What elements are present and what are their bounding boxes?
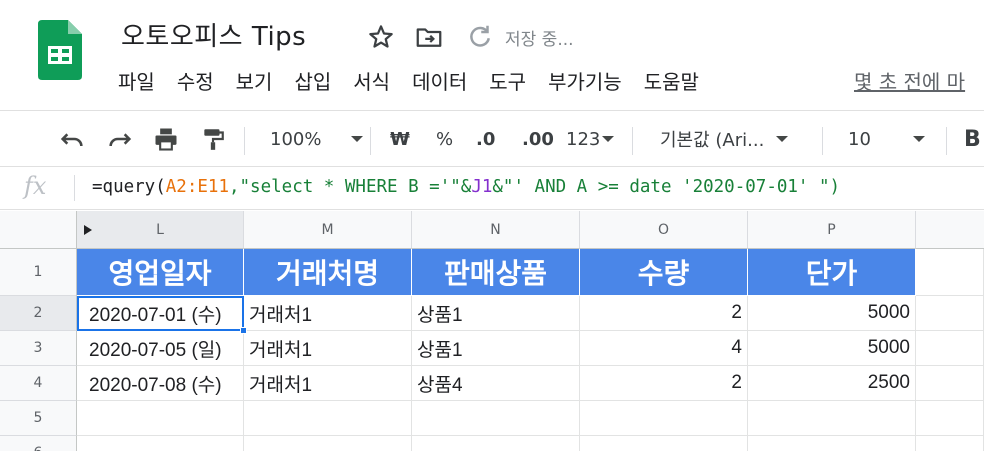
row-header-5[interactable]: 5 [0,401,77,436]
menu-data[interactable]: 데이터 [412,67,467,97]
table-cell[interactable] [916,249,984,296]
font-size-select[interactable]: 10 [848,125,925,153]
table-cell[interactable] [916,401,984,436]
last-edit-link[interactable]: 몇 초 전에 마 [854,67,965,97]
redo-icon[interactable] [106,125,134,153]
table-cell[interactable] [916,331,984,366]
star-icon[interactable] [366,22,396,52]
table-cell[interactable]: 2 [580,366,748,401]
table-cell[interactable] [916,366,984,401]
sheets-logo[interactable] [38,20,82,80]
menu-edit[interactable]: 수정 [177,67,214,97]
row-header-4[interactable]: 4 [0,366,77,401]
menu-file[interactable]: 파일 [118,67,155,97]
decrease-decimal-button[interactable]: .0 [476,125,495,153]
zoom-select[interactable]: 100% [270,125,364,153]
header-cell-product[interactable]: 판매상품 [412,249,580,296]
row-header-1[interactable]: 1 [0,249,77,296]
column-header-o[interactable]: O [580,211,748,249]
table-cell[interactable]: 2020-07-08 (수) [77,366,244,401]
percent-format-button[interactable]: % [436,125,453,153]
menu-help[interactable]: 도움말 [644,67,699,97]
menu-format[interactable]: 서식 [353,67,390,97]
move-to-folder-icon[interactable] [414,22,444,52]
formula-divider [74,175,75,201]
header-cell-quantity[interactable]: 수량 [580,249,748,296]
row-header-3[interactable]: 3 [0,331,77,366]
font-family-select[interactable]: 기본값 (Ari... [660,125,789,153]
table-cell[interactable] [748,401,916,436]
currency-format-button[interactable]: ₩ [390,125,410,153]
selected-cell-l2[interactable]: 2020-07-01 (수) [77,296,244,331]
column-header-q[interactable] [916,211,984,249]
toolbar-divider [946,127,947,155]
header-cell-date[interactable]: 영업일자 [77,249,244,296]
menu-insert[interactable]: 삽입 [294,67,331,97]
table-cell[interactable]: 거래처1 [244,331,412,366]
table-cell[interactable] [580,401,748,436]
row-header-6[interactable]: 6 [0,436,77,451]
chevron-down-icon [602,136,615,142]
zoom-value: 100% [270,128,322,150]
toolbar-divider [370,127,371,155]
syncing-icon [470,25,490,47]
header-cell-client[interactable]: 거래처명 [244,249,412,296]
formula-input[interactable]: =query(A2:E11,"select * WHERE B ='"&J1&"… [92,177,840,197]
undo-icon[interactable] [58,125,86,153]
header-cell-unit-price[interactable]: 단가 [748,249,916,296]
chevron-down-icon [351,136,364,142]
menu-view[interactable]: 보기 [236,67,273,97]
table-cell[interactable] [77,401,244,436]
save-status: 저장 중... [505,30,574,50]
table-cell[interactable]: 2 [580,296,748,331]
table-cell[interactable]: 상품1 [412,331,580,366]
table-cell[interactable]: 2020-07-05 (일) [77,331,244,366]
table-cell[interactable] [916,436,984,451]
bold-button[interactable]: B [964,125,981,153]
table-cell[interactable]: 거래처1 [244,366,412,401]
toolbar-divider [244,127,245,155]
fill-handle[interactable] [240,327,247,334]
table-cell[interactable]: 5000 [748,331,916,366]
table-cell[interactable]: 2500 [748,366,916,401]
table-cell[interactable]: 상품4 [412,366,580,401]
table-cell[interactable] [916,296,984,331]
document-title[interactable]: 오토오피스 Tips [121,16,306,53]
table-cell[interactable] [412,401,580,436]
table-cell[interactable] [244,401,412,436]
chevron-down-icon [912,136,925,142]
toolbar: 100% ₩ % .0 .00 123 기본값 (Ari... 10 B [0,110,984,166]
select-all-corner[interactable] [0,211,92,249]
column-header-p[interactable]: P [748,211,916,249]
increase-decimal-button[interactable]: .00 [522,125,554,153]
table-cell[interactable]: 상품1 [412,296,580,331]
table-cell[interactable]: 거래처1 [244,296,412,331]
table-cell[interactable] [748,436,916,451]
column-header-l[interactable]: L [77,211,244,249]
group-arrow-icon [84,225,92,235]
formula-bar: fx =query(A2:E11,"select * WHERE B ='"&J… [0,166,984,210]
toolbar-divider [822,127,823,155]
spreadsheet-grid[interactable]: L M N O P 1 2 3 4 5 6 영업일자 거래처명 판매상품 수량 … [0,211,984,451]
print-icon[interactable] [152,125,180,153]
table-cell[interactable] [580,436,748,451]
toolbar-divider [632,127,633,155]
paint-format-icon[interactable] [200,125,226,153]
row-header-2[interactable]: 2 [0,296,77,331]
table-cell[interactable] [244,436,412,451]
menu-addons[interactable]: 부가기능 [548,67,622,97]
column-header-n[interactable]: N [412,211,580,249]
fx-icon: fx [24,172,47,200]
menu-bar: 파일 수정 보기 삽입 서식 데이터 도구 부가기능 도움말 [118,67,721,97]
more-formats-select[interactable]: 123 [566,125,615,153]
table-cell[interactable] [412,436,580,451]
column-header-m[interactable]: M [244,211,412,249]
menu-tools[interactable]: 도구 [489,67,526,97]
table-cell[interactable] [77,436,244,451]
table-cell[interactable]: 5000 [748,296,916,331]
table-cell[interactable]: 4 [580,331,748,366]
chevron-down-icon [776,136,789,142]
